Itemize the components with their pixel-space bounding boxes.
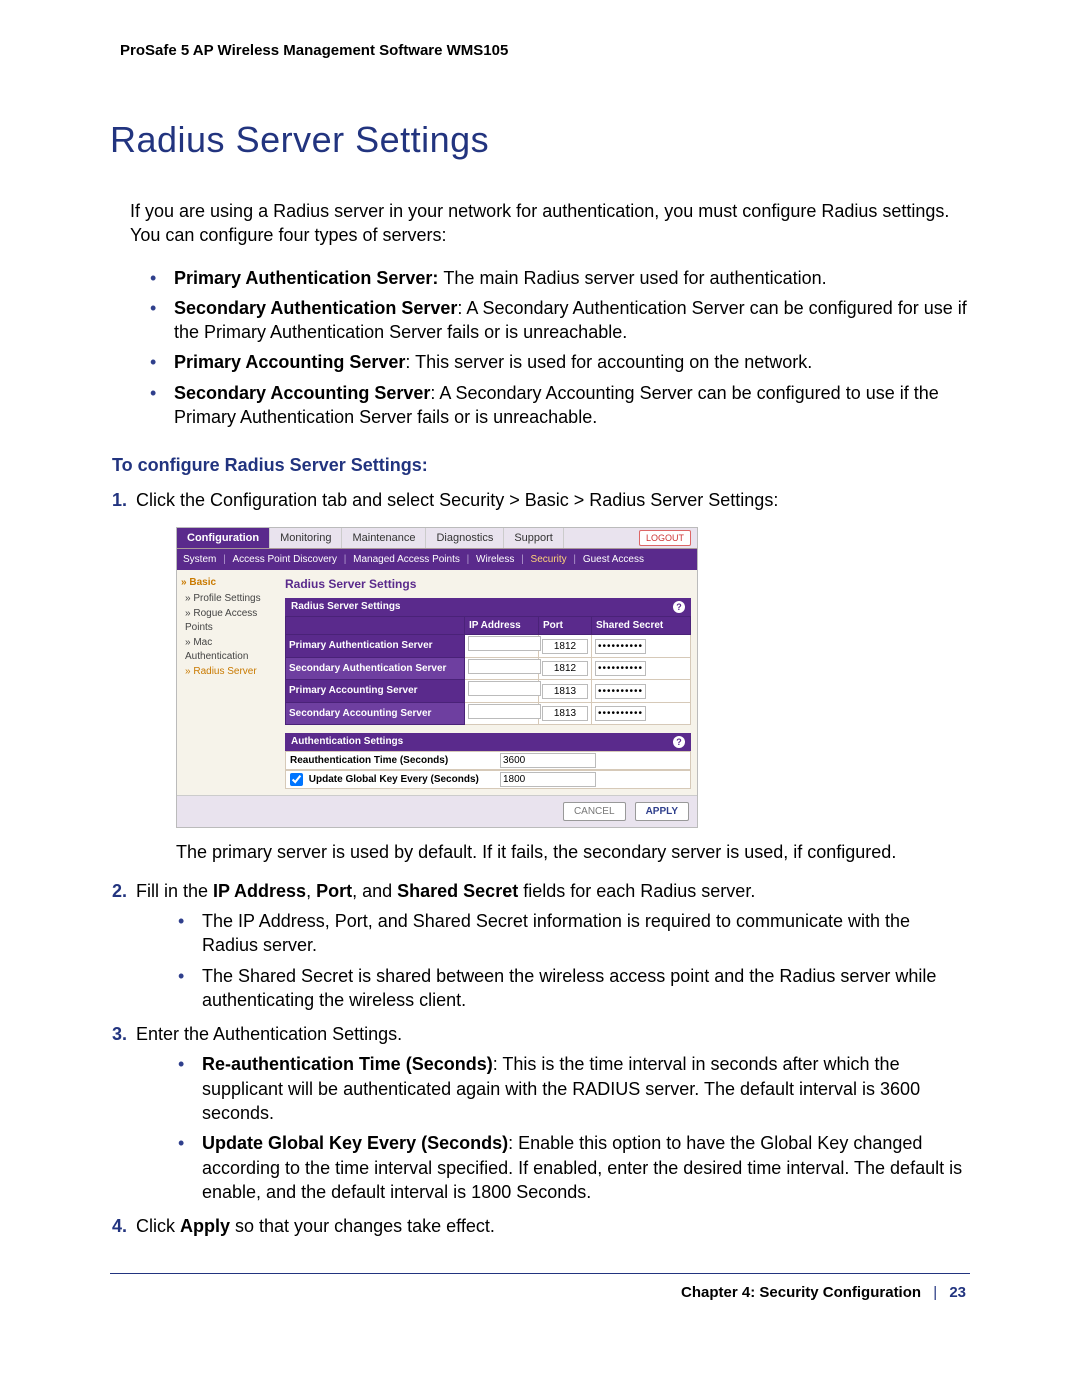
port-input[interactable]: 1812: [542, 661, 588, 676]
cancel-button[interactable]: CANCEL: [563, 802, 626, 822]
section-auth-settings: Authentication Settings ?: [285, 733, 691, 751]
logout-button[interactable]: LOGOUT: [639, 530, 691, 546]
panel-title: Radius Server Settings: [285, 576, 691, 592]
secret-input[interactable]: ••••••••••: [595, 706, 646, 721]
step-1: Click the Configuration tab and select S…: [132, 488, 970, 864]
secret-input[interactable]: ••••••••••: [595, 684, 646, 699]
port-input[interactable]: 1813: [542, 684, 588, 699]
auth-reauth-row: Reauthentication Time (Seconds) 3600: [285, 751, 691, 770]
list-item: Update Global Key Every (Seconds): Enabl…: [178, 1131, 970, 1204]
col-secret: Shared Secret: [592, 616, 691, 635]
footer-page-number: 23: [949, 1284, 966, 1301]
section-radius-settings: Radius Server Settings ?: [285, 598, 691, 616]
procedure-heading: To configure Radius Server Settings:: [112, 455, 970, 476]
list-item: Primary Accounting Server: This server i…: [150, 350, 970, 374]
table-row: Secondary Accounting Server 1813 •••••••…: [286, 702, 691, 725]
procedure-steps: Click the Configuration tab and select S…: [132, 488, 970, 1238]
reauth-time-input[interactable]: 3600: [500, 753, 596, 768]
global-key-checkbox[interactable]: [290, 773, 303, 786]
sidebar: » Basic » Profile Settings » Rogue Acces…: [177, 570, 281, 795]
col-ip: IP Address: [465, 616, 539, 635]
ip-input[interactable]: [468, 704, 541, 719]
footer-rule: [110, 1273, 970, 1274]
table-row: Primary Accounting Server 1813 •••••••••…: [286, 680, 691, 703]
list-item: Re-authentication Time (Seconds): This i…: [178, 1052, 970, 1125]
radius-servers-table: IP Address Port Shared Secret Primary Au…: [285, 616, 691, 726]
step1-followup: The primary server is used by default. I…: [176, 840, 970, 864]
page-footer: Chapter 4: Security Configuration | 23: [110, 1284, 970, 1301]
col-port: Port: [539, 616, 592, 635]
list-item: Primary Authentication Server: The main …: [150, 266, 970, 290]
dialog-buttons: CANCEL APPLY: [177, 795, 697, 828]
subtab-wireless[interactable]: Wireless: [476, 554, 514, 565]
port-input[interactable]: 1813: [542, 706, 588, 721]
tab-configuration[interactable]: Configuration: [177, 528, 270, 548]
tab-support[interactable]: Support: [504, 528, 564, 548]
sidebar-item-radius[interactable]: » Radius Server: [185, 665, 277, 679]
secret-input[interactable]: ••••••••••: [595, 661, 646, 676]
port-input[interactable]: 1812: [542, 639, 588, 654]
tab-maintenance[interactable]: Maintenance: [342, 528, 426, 548]
apply-button[interactable]: APPLY: [635, 802, 689, 822]
server-types-list: Primary Authentication Server: The main …: [110, 266, 970, 430]
global-key-input[interactable]: 1800: [500, 772, 596, 787]
sidebar-basic[interactable]: » Basic: [181, 576, 277, 590]
secret-input[interactable]: ••••••••••: [595, 639, 646, 654]
list-item: Secondary Accounting Server: A Secondary…: [150, 381, 970, 430]
subtab-apdiscovery[interactable]: Access Point Discovery: [233, 554, 337, 565]
page-title: Radius Server Settings: [110, 119, 970, 161]
sidebar-item-mac[interactable]: » Mac Authentication: [185, 636, 277, 663]
step-3: Enter the Authentication Settings. Re-au…: [132, 1022, 970, 1204]
table-row: Secondary Authentication Server 1812 •••…: [286, 657, 691, 680]
doc-header: ProSafe 5 AP Wireless Management Softwar…: [120, 42, 970, 59]
sub-tabs: System | Access Point Discovery | Manage…: [177, 549, 697, 571]
subtab-security[interactable]: Security: [531, 554, 567, 565]
ip-input[interactable]: [468, 681, 541, 696]
sidebar-item-rogue[interactable]: » Rogue Access Points: [185, 607, 277, 634]
step-4: Click Apply so that your changes take ef…: [132, 1214, 970, 1238]
top-tabs: Configuration Monitoring Maintenance Dia…: [177, 528, 697, 549]
help-icon[interactable]: ?: [673, 601, 685, 613]
list-item: Secondary Authentication Server: A Secon…: [150, 296, 970, 345]
step-2: Fill in the IP Address, Port, and Shared…: [132, 879, 970, 1012]
ip-input[interactable]: [468, 659, 541, 674]
subtab-managed-ap[interactable]: Managed Access Points: [353, 554, 460, 565]
list-item: The IP Address, Port, and Shared Secret …: [178, 909, 970, 958]
tab-monitoring[interactable]: Monitoring: [270, 528, 342, 548]
intro-paragraph: If you are using a Radius server in your…: [130, 199, 970, 248]
table-row: Primary Authentication Server 1812 •••••…: [286, 635, 691, 658]
subtab-system[interactable]: System: [183, 554, 216, 565]
help-icon[interactable]: ?: [673, 736, 685, 748]
auth-globalkey-row: Update Global Key Every (Seconds) 1800: [285, 770, 691, 789]
config-screenshot: Configuration Monitoring Maintenance Dia…: [176, 527, 698, 829]
subtab-guest[interactable]: Guest Access: [583, 554, 644, 565]
sidebar-item-profile[interactable]: » Profile Settings: [185, 592, 277, 606]
tab-diagnostics[interactable]: Diagnostics: [426, 528, 504, 548]
list-item: The Shared Secret is shared between the …: [178, 964, 970, 1013]
footer-chapter: Chapter 4: Security Configuration: [681, 1284, 921, 1301]
ip-input[interactable]: [468, 636, 541, 651]
